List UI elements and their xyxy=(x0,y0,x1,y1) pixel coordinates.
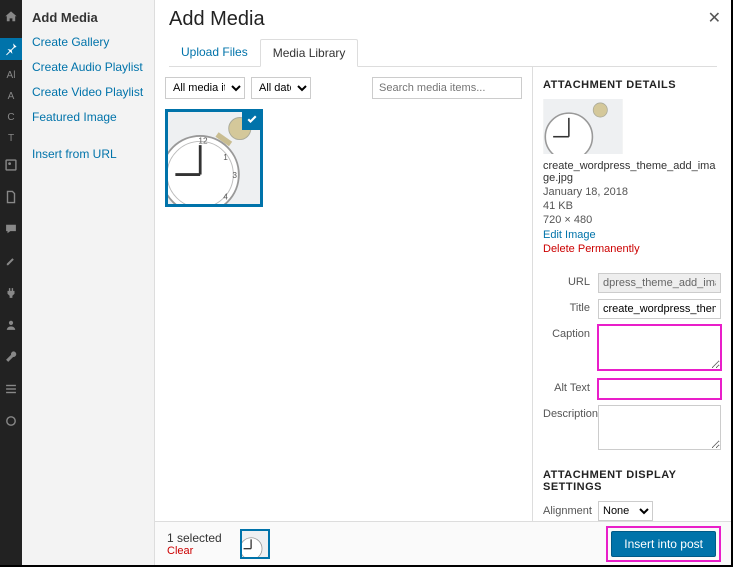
attachment-filename: create_wordpress_theme_add_image.jpg xyxy=(543,160,721,184)
brush-icon xyxy=(4,254,18,268)
display-settings-heading: ATTACHMENT DISPLAY SETTINGS xyxy=(543,469,721,493)
url-input[interactable] xyxy=(598,273,721,293)
wrench-icon xyxy=(4,350,18,364)
adminbar-text-4: T xyxy=(8,133,14,144)
pin-icon xyxy=(4,42,18,56)
modal-tabs: Upload Files Media Library xyxy=(169,39,717,67)
adminbar-media[interactable] xyxy=(0,154,22,176)
attachment-details-heading: ATTACHMENT DETAILS xyxy=(543,79,721,91)
attachment-filesize: 41 KB xyxy=(543,200,721,212)
description-textarea[interactable] xyxy=(598,405,721,450)
adminbar-dashboard[interactable] xyxy=(0,6,22,28)
list-icon xyxy=(4,382,18,396)
search-input[interactable] xyxy=(372,77,522,99)
label-description: Description xyxy=(543,405,598,420)
svg-text:4: 4 xyxy=(223,192,228,201)
link-create-audio-playlist[interactable]: Create Audio Playlist xyxy=(32,60,144,74)
attachment-preview xyxy=(543,99,623,154)
page-icon xyxy=(4,190,18,204)
wp-admin-bar: Al A C T xyxy=(0,0,22,565)
media-library-pane: All media item All dates 12 13 4 xyxy=(155,67,533,521)
delete-permanently-link[interactable]: Delete Permanently xyxy=(543,243,721,255)
caption-textarea[interactable] xyxy=(598,325,721,370)
modal-title: Add Media xyxy=(169,8,717,31)
link-insert-from-url[interactable]: Insert from URL xyxy=(32,147,144,161)
filter-type-select[interactable]: All media item xyxy=(165,77,245,99)
attachment-date: January 18, 2018 xyxy=(543,186,721,198)
insert-button-highlight: Insert into post xyxy=(608,528,719,560)
label-alignment: Alignment xyxy=(543,505,598,517)
insert-into-post-button[interactable]: Insert into post xyxy=(611,531,716,557)
label-alt: Alt Text xyxy=(543,379,598,394)
filter-date-select[interactable]: All dates xyxy=(251,77,311,99)
alt-text-input[interactable] xyxy=(598,379,721,399)
comment-icon xyxy=(4,222,18,236)
attachment-details-pane: ATTACHMENT DETAILS create_wordpress_them… xyxy=(533,67,731,521)
library-toolbar: All media item All dates xyxy=(155,67,532,109)
content-row: All media item All dates 12 13 4 ATTACHMEN… xyxy=(155,67,731,521)
selection-thumbnail[interactable] xyxy=(240,529,270,559)
edit-image-link[interactable]: Edit Image xyxy=(543,229,721,241)
adminbar-text-3: C xyxy=(7,112,14,123)
collapse-icon xyxy=(4,414,18,428)
modal-left-rail: Add Media Create Gallery Create Audio Pl… xyxy=(22,0,155,565)
plug-icon xyxy=(4,286,18,300)
media-icon xyxy=(4,158,18,172)
user-icon xyxy=(4,318,18,332)
attachment-fields: URL Title Caption Alt Text xyxy=(543,273,721,453)
tab-media-library[interactable]: Media Library xyxy=(260,39,359,67)
modal-header: Add Media Upload Files Media Library xyxy=(155,0,731,67)
media-thumbnail-selected[interactable]: 12 13 4 xyxy=(165,109,263,207)
close-icon[interactable]: ✕ xyxy=(708,8,721,28)
link-featured-image[interactable]: Featured Image xyxy=(32,110,144,124)
adminbar-appearance[interactable] xyxy=(0,250,22,272)
tab-upload-files[interactable]: Upload Files xyxy=(169,39,260,66)
clock-image-mini xyxy=(242,531,268,557)
label-title: Title xyxy=(543,299,598,314)
label-caption: Caption xyxy=(543,325,598,340)
adminbar-text-2: A xyxy=(8,91,15,102)
attachment-dimensions: 720 × 480 xyxy=(543,214,721,226)
selected-count: 1 selected xyxy=(167,531,222,545)
adminbar-pages[interactable] xyxy=(0,186,22,208)
svg-text:3: 3 xyxy=(232,171,237,180)
home-icon xyxy=(4,10,18,24)
adminbar-tools[interactable] xyxy=(0,346,22,368)
alignment-select[interactable]: None xyxy=(598,501,653,521)
link-create-video-playlist[interactable]: Create Video Playlist xyxy=(32,85,144,99)
adminbar-posts[interactable] xyxy=(0,38,22,60)
clear-selection-link[interactable]: Clear xyxy=(167,545,222,557)
modal-footer: 1 selected Clear Insert into post xyxy=(155,521,731,565)
adminbar-collapse[interactable] xyxy=(0,410,22,432)
media-modal: Add Media Create Gallery Create Audio Pl… xyxy=(22,0,731,565)
adminbar-comments[interactable] xyxy=(0,218,22,240)
label-url: URL xyxy=(543,273,598,288)
left-rail-heading: Add Media xyxy=(32,10,144,25)
thumbnail-grid: 12 13 4 xyxy=(155,109,532,207)
adminbar-settings[interactable] xyxy=(0,378,22,400)
adminbar-users[interactable] xyxy=(0,314,22,336)
svg-text:12: 12 xyxy=(198,136,208,145)
selection-info: 1 selected Clear xyxy=(167,531,222,557)
link-create-gallery[interactable]: Create Gallery xyxy=(32,35,144,49)
title-input[interactable] xyxy=(598,299,721,319)
clock-image-small xyxy=(543,99,623,154)
adminbar-text-1: Al xyxy=(7,70,16,81)
modal-main: ✕ Add Media Upload Files Media Library A… xyxy=(155,0,731,565)
svg-text:1: 1 xyxy=(223,153,228,162)
adminbar-plugins[interactable] xyxy=(0,282,22,304)
check-icon xyxy=(242,110,262,130)
